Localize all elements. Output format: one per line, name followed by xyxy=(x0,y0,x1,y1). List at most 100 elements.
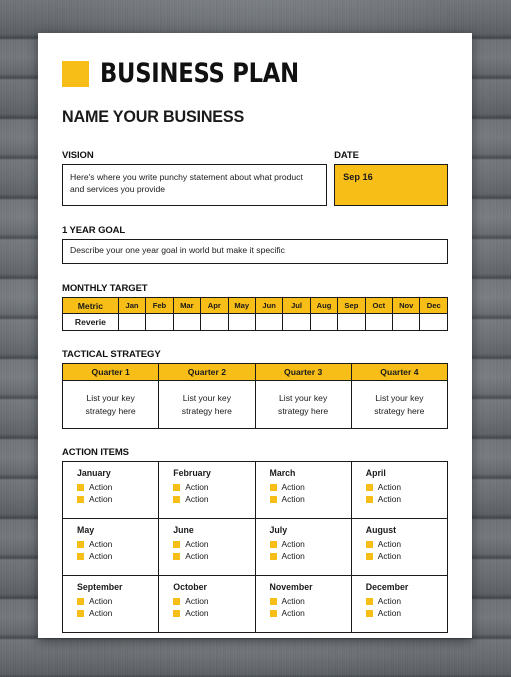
monthly-target-value-cell[interactable] xyxy=(172,313,202,331)
monthly-target-month-header: Nov xyxy=(392,297,421,314)
yellow-square-bullet-icon xyxy=(365,495,373,503)
action-item-label: Action xyxy=(281,539,305,549)
yellow-square-bullet-icon xyxy=(77,483,84,491)
list-item[interactable]: Action xyxy=(365,539,447,549)
monthly-target-value-cell[interactable] xyxy=(337,313,366,331)
vision-section: VISION Here's where you write punchy sta… xyxy=(62,150,328,206)
monthly-target-metric-cell[interactable]: Reverie xyxy=(62,313,119,331)
quarter-strategy-cell[interactable]: List your key strategy here xyxy=(350,380,449,429)
yellow-square-bullet-icon xyxy=(365,483,373,491)
list-item[interactable]: Action xyxy=(77,539,158,549)
list-item[interactable]: Action xyxy=(173,539,254,549)
list-item[interactable]: Action xyxy=(269,494,351,504)
action-item-label: Action xyxy=(185,608,209,618)
goal-label: 1 YEAR GOAL xyxy=(62,225,126,236)
list-item[interactable]: Action xyxy=(269,608,351,618)
action-items-row: September Action Action October Action Action… xyxy=(61,575,449,633)
list-item[interactable]: Action xyxy=(77,482,158,492)
action-items-section: ACTION ITEMS January Action Action February… xyxy=(61,447,449,633)
monthly-target-table: Metric Jan Feb Mar Apr May Jun Jul Aug Sep Oct Nov D… xyxy=(62,297,448,331)
vision-input[interactable]: Here's where you write punchy statement … xyxy=(62,164,328,206)
action-month-label: July xyxy=(269,525,288,535)
quarter-header-cell: Quarter 1 xyxy=(61,363,160,381)
list-item[interactable]: Action xyxy=(365,608,447,618)
quarter-strategy-cell[interactable]: List your key strategy here xyxy=(158,380,256,429)
action-items-row: January Action Action February Action Action M… xyxy=(61,461,449,519)
quarter-strategy-cell[interactable]: List your key strategy here xyxy=(254,380,352,429)
monthly-target-value-cell[interactable] xyxy=(145,313,174,331)
monthly-target-section: MONTHLY TARGET Metric Jan Feb Mar Apr May Jun J… xyxy=(62,283,448,331)
list-item[interactable]: Action xyxy=(173,482,254,492)
yellow-square-bullet-icon xyxy=(365,597,373,605)
monthly-target-value-cell[interactable] xyxy=(309,313,339,331)
action-items-cell: January Action Action xyxy=(61,461,160,519)
business-name: NAME YOUR BUSINESS xyxy=(62,107,245,126)
quarter-header-cell: Quarter 3 xyxy=(254,363,352,381)
action-month-label: May xyxy=(77,525,95,535)
quarter-header-cell: Quarter 2 xyxy=(158,363,256,381)
yellow-square-bullet-icon xyxy=(77,495,84,503)
list-item[interactable]: Action xyxy=(77,494,158,504)
list-item[interactable]: Action xyxy=(365,551,447,561)
action-items-cell: April Action Action xyxy=(350,461,449,519)
action-item-label: Action xyxy=(185,482,209,492)
monthly-target-value-cell[interactable] xyxy=(200,313,229,331)
monthly-target-month-header: May xyxy=(227,297,256,314)
tactical-strategy-section: TACTICAL STRATEGY Quarter 1 Quarter 2 Quar… xyxy=(61,349,449,429)
date-input[interactable]: Sep 16 xyxy=(334,164,448,206)
yellow-square-bullet-icon xyxy=(269,597,277,605)
monthly-target-value-cell[interactable] xyxy=(419,313,448,331)
action-month-label: December xyxy=(365,582,409,592)
list-item[interactable]: Action xyxy=(269,596,351,606)
yellow-square-bullet-icon xyxy=(365,609,373,617)
action-month-label: March xyxy=(269,468,296,478)
monthly-target-value-cell[interactable] xyxy=(117,313,147,331)
quarter-strategy-cell[interactable]: List your key strategy here xyxy=(61,380,160,429)
action-item-label: Action xyxy=(89,608,113,618)
list-item[interactable]: Action xyxy=(173,551,254,561)
list-item[interactable]: Action xyxy=(77,608,158,618)
monthly-target-value-cell[interactable] xyxy=(254,313,284,331)
table-row: Reverie xyxy=(62,313,448,331)
list-item[interactable]: Action xyxy=(269,551,351,561)
list-item[interactable]: Action xyxy=(365,482,447,492)
yellow-square-bullet-icon xyxy=(173,540,181,548)
action-month-label: September xyxy=(77,582,123,592)
goal-input[interactable]: Describe your one year goal in world but… xyxy=(62,239,448,264)
action-item-label: Action xyxy=(377,608,402,618)
action-item-label: Action xyxy=(281,551,305,561)
action-item-label: Action xyxy=(89,494,113,504)
monthly-target-value-cell[interactable] xyxy=(227,313,256,331)
yellow-square-bullet-icon xyxy=(269,495,277,503)
monthly-target-month-header: Dec xyxy=(419,297,448,314)
action-item-label: Action xyxy=(281,596,305,606)
monthly-target-value-cell[interactable] xyxy=(392,313,421,331)
list-item[interactable]: Action xyxy=(173,596,254,606)
goal-section: 1 YEAR GOAL Describe your one year goal … xyxy=(62,225,448,264)
yellow-square-bullet-icon xyxy=(77,540,84,548)
monthly-target-value-cell[interactable] xyxy=(282,313,311,331)
list-item[interactable]: Action xyxy=(269,539,351,549)
monthly-target-value-cell[interactable] xyxy=(364,313,394,331)
list-item[interactable]: Action xyxy=(173,494,254,504)
action-items-cell: September Action Action xyxy=(61,575,160,633)
action-item-label: Action xyxy=(89,596,113,606)
list-item[interactable]: Action xyxy=(77,596,158,606)
tactical-strategy-label: TACTICAL STRATEGY xyxy=(62,349,161,360)
vision-date-row: VISION Here's where you write punchy sta… xyxy=(62,150,448,206)
list-item[interactable]: Action xyxy=(269,482,351,492)
list-item[interactable]: Action xyxy=(173,608,254,618)
list-item[interactable]: Action xyxy=(365,596,447,606)
list-item[interactable]: Action xyxy=(77,551,158,561)
action-items-cell: May Action Action xyxy=(61,518,160,576)
action-item-label: Action xyxy=(377,539,402,549)
action-item-label: Action xyxy=(281,494,305,504)
action-item-label: Action xyxy=(281,608,305,618)
list-item[interactable]: Action xyxy=(365,494,447,504)
yellow-square-bullet-icon xyxy=(173,552,181,560)
action-item-label: Action xyxy=(281,482,305,492)
action-month-label: November xyxy=(269,582,313,592)
yellow-square-bullet-icon xyxy=(173,597,181,605)
monthly-target-month-header: Aug xyxy=(309,297,339,314)
action-items-row: May Action Action June Action Action July Actio… xyxy=(61,518,449,576)
